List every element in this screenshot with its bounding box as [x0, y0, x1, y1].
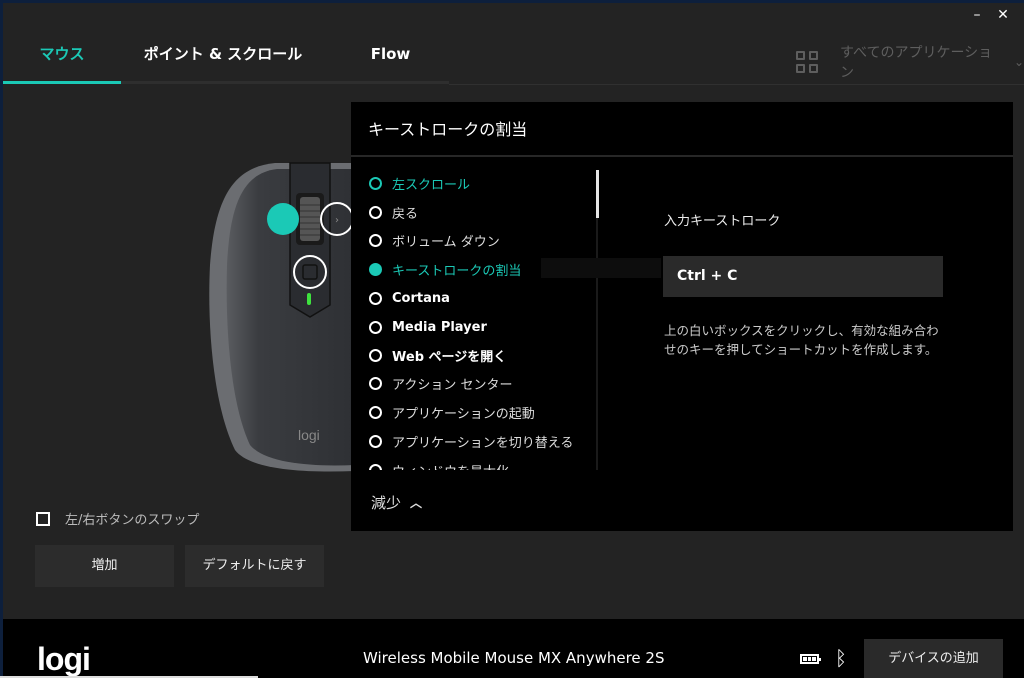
radio-icon	[369, 205, 382, 219]
list-scrollbar-thumb[interactable]	[596, 170, 599, 218]
checkbox-icon	[36, 511, 50, 526]
radio-icon	[369, 348, 382, 362]
tab-mouse[interactable]: マウス	[3, 30, 121, 82]
keystroke-label: 入力キーストローク	[664, 214, 781, 229]
list-item[interactable]: Cortana	[369, 287, 450, 309]
tab-bar: マウス ポイント & スクロール Flow	[3, 30, 449, 85]
action-list: 左スクロール 戻る ボリューム ダウン キーストロークの割当 Cortana M…	[351, 170, 596, 470]
chevron-up-icon: ︿	[410, 496, 423, 510]
window-left-edge	[0, 0, 3, 678]
radio-icon	[369, 320, 382, 334]
tab-active-indicator	[3, 81, 121, 84]
list-item[interactable]: ボリューム ダウン	[369, 229, 500, 251]
radio-icon	[369, 176, 382, 190]
logi-logo: logi	[37, 641, 91, 677]
list-item[interactable]: アプリケーションを切り替える	[369, 430, 573, 452]
keystroke-input[interactable]: Ctrl + C	[663, 256, 943, 297]
radio-selected-icon	[369, 262, 382, 276]
status-led	[307, 293, 311, 305]
list-item[interactable]: Media Player	[369, 316, 487, 338]
panel-divider	[351, 155, 1013, 157]
list-item[interactable]: 戻る	[369, 201, 418, 223]
application-selector[interactable]: すべてのアプリケーション ⌄	[796, 45, 1024, 81]
list-item[interactable]: ウィンドウを最大化	[369, 459, 509, 470]
list-item[interactable]: 左スクロール	[369, 172, 470, 194]
grid-icon	[796, 51, 818, 73]
radio-icon	[369, 233, 382, 247]
bluetooth-icon: ᛒ	[835, 646, 847, 670]
chevron-down-icon: ⌄	[1013, 55, 1024, 69]
keystroke-panel: キーストロークの割当 左スクロール 戻る ボリューム ダウン キーストロークの割…	[351, 102, 1013, 531]
right-chevron-icon: ›	[335, 215, 339, 226]
radio-icon	[369, 291, 382, 305]
header-divider	[449, 84, 1024, 85]
list-item[interactable]: キーストロークの割当	[369, 258, 521, 280]
radio-icon	[369, 376, 382, 390]
show-less-button[interactable]: 減少 ︿	[371, 492, 422, 513]
swap-buttons-checkbox[interactable]: 左/右ボタンのスワップ	[36, 509, 199, 528]
panel-title: キーストロークの割当	[368, 120, 528, 139]
mouse-logo: logi	[298, 427, 320, 443]
battery-icon	[800, 654, 821, 664]
mouse-illustration: › logi	[209, 162, 355, 472]
tab-point-scroll[interactable]: ポイント & スクロール	[138, 30, 308, 82]
radio-icon	[369, 463, 382, 470]
list-item[interactable]: Web ページを開く	[369, 344, 506, 366]
application-selector-label: すべてのアプリケーション	[840, 45, 993, 81]
list-item[interactable]: アクション センター	[369, 372, 512, 394]
footer: logi Wireless Mobile Mouse MX Anywhere 2…	[3, 619, 1024, 678]
add-device-button[interactable]: デバイスの追加	[864, 639, 1003, 678]
list-item[interactable]: アプリケーションの起動	[369, 401, 535, 423]
scroll-wheel	[300, 197, 320, 241]
tab-flow[interactable]: Flow	[343, 30, 438, 82]
keystroke-help-text: 上の白いボックスをクリックし、有効な組み合わせのキーを押してショートカットを作成…	[664, 323, 939, 357]
close-icon[interactable]: ✕	[994, 6, 1012, 24]
window-top-edge	[0, 0, 1024, 3]
restore-defaults-button[interactable]: デフォルトに戻す	[185, 545, 324, 587]
add-button[interactable]: 増加	[35, 545, 174, 587]
radio-icon	[369, 434, 382, 448]
drag-ghost	[541, 258, 661, 278]
device-name: Wireless Mobile Mouse MX Anywhere 2S	[363, 649, 665, 667]
radio-icon	[369, 405, 382, 419]
minimize-icon[interactable]: –	[968, 6, 986, 24]
hotspot-left-scroll[interactable]	[267, 203, 299, 235]
